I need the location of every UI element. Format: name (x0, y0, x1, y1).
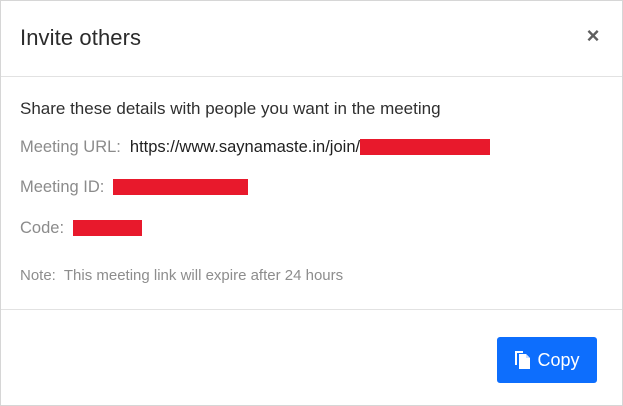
meeting-id-label: Meeting ID: (20, 177, 105, 196)
note-text: This meeting link will expire after 24 h… (63, 267, 344, 284)
expiry-note: Note: This meeting link will expire after… (20, 267, 343, 284)
copy-button-label: Copy (537, 349, 580, 370)
code-redaction (73, 220, 143, 236)
copy-icon (514, 350, 532, 370)
dialog-body: Share these details with people you want… (1, 77, 622, 310)
meeting-id-redaction (113, 179, 249, 195)
meeting-id-row: Meeting ID: (20, 176, 249, 198)
dialog-title: Invite others (20, 25, 142, 50)
dialog-footer: Copy (1, 310, 622, 405)
meeting-url-value: https://www.saynamaste.in/join/ (129, 137, 361, 156)
meeting-url-label: Meeting URL: (20, 137, 121, 156)
close-icon[interactable]: × (582, 23, 604, 49)
invite-dialog: Invite others × Share these details with… (0, 0, 623, 406)
dialog-header: Invite others × (1, 1, 622, 77)
meeting-url-redaction (360, 139, 491, 155)
code-row: Code: (20, 217, 143, 239)
copy-button[interactable]: Copy (497, 337, 597, 383)
intro-text: Share these details with people you want… (20, 99, 441, 118)
meeting-url-row: Meeting URL: https://www.saynamaste.in/j… (20, 136, 491, 158)
code-label: Code: (20, 218, 65, 237)
note-label: Note: (20, 267, 56, 284)
